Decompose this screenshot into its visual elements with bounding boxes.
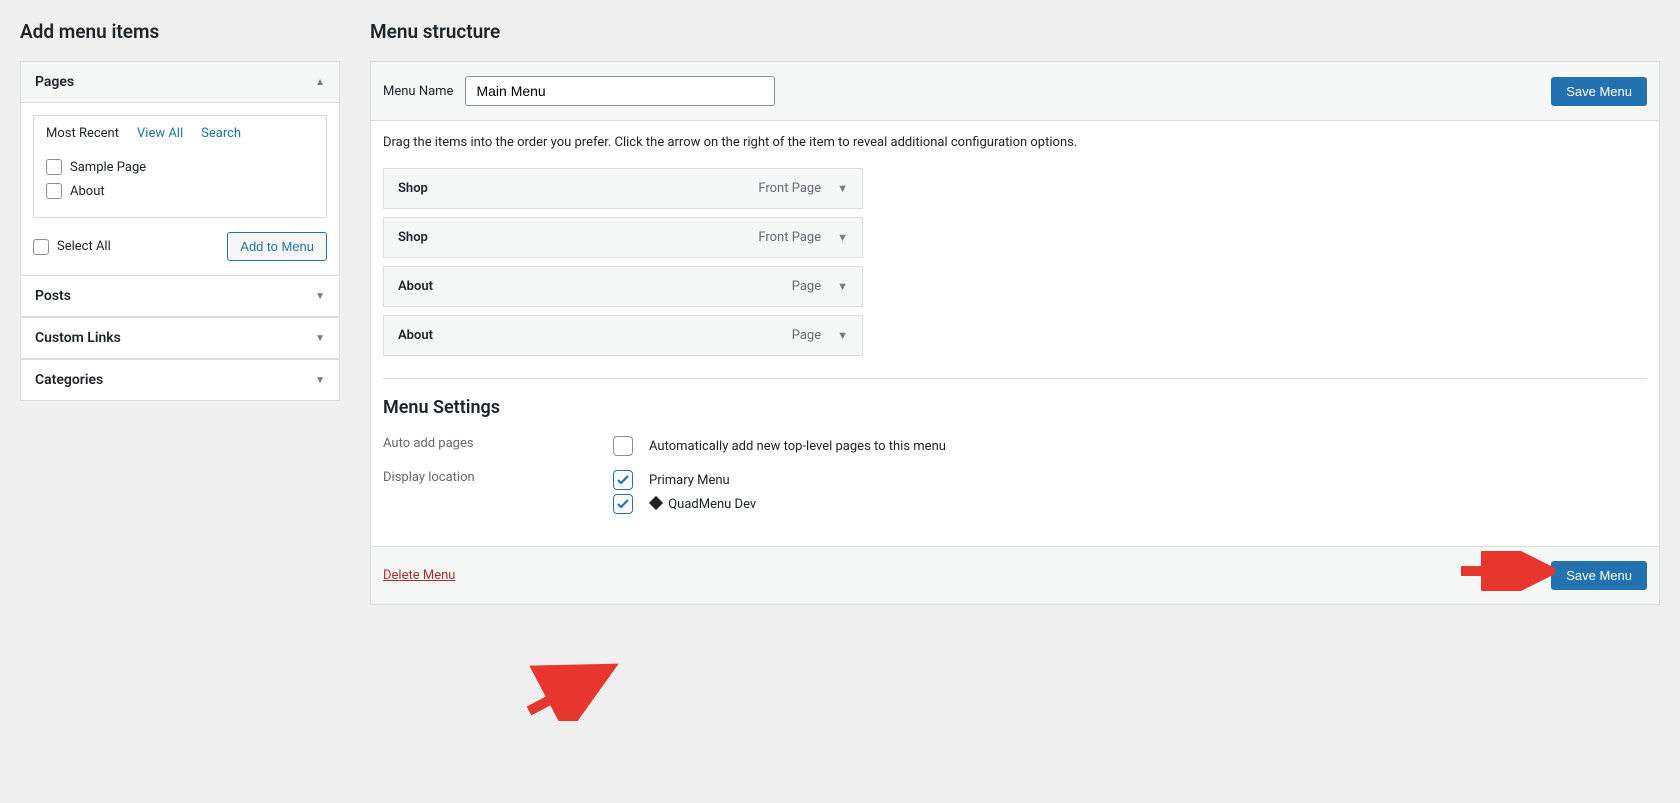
menu-item-row[interactable]: Shop Front Page ▼ — [383, 168, 863, 209]
diamond-icon — [649, 495, 663, 509]
auto-add-pages-label: Auto add pages — [383, 434, 613, 451]
page-item-label: About — [70, 184, 105, 199]
save-menu-button-bottom[interactable]: Save Menu — [1551, 561, 1647, 590]
tab-most-recent[interactable]: Most Recent — [46, 126, 119, 141]
pages-accordion-label: Pages — [35, 74, 74, 90]
menu-item-type: Front Page — [758, 230, 821, 245]
display-location-label: Display location — [383, 468, 613, 485]
checkbox-auto-add-pages[interactable] — [613, 436, 633, 456]
menu-item-title: About — [398, 328, 433, 343]
accordion-label: Posts — [35, 288, 71, 304]
auto-add-text: Automatically add new top-level pages to… — [649, 439, 946, 454]
chevron-down-icon[interactable]: ▼ — [837, 182, 848, 195]
menu-item-type: Page — [792, 328, 821, 343]
add-to-menu-button[interactable]: Add to Menu — [227, 232, 327, 261]
menu-structure-title: Menu structure — [370, 20, 1660, 43]
chevron-down-icon[interactable]: ▼ — [837, 280, 848, 293]
menu-item-type: Front Page — [758, 181, 821, 196]
menu-item-row[interactable]: About Page ▼ — [383, 315, 863, 356]
accordion-label: Custom Links — [35, 330, 121, 346]
checkbox-location[interactable] — [613, 494, 633, 514]
drag-hint: Drag the items into the order you prefer… — [383, 135, 1647, 150]
chevron-down-icon: ▼ — [315, 291, 325, 302]
menu-name-input[interactable] — [465, 76, 775, 106]
checkbox-select-all[interactable] — [33, 239, 49, 255]
delete-menu-link[interactable]: Delete Menu — [383, 568, 455, 583]
pages-accordion-header[interactable]: Pages ▲ — [21, 62, 339, 103]
menu-name-label: Menu Name — [383, 84, 453, 99]
menu-item-row[interactable]: About Page ▼ — [383, 266, 863, 307]
save-menu-button-top[interactable]: Save Menu — [1551, 77, 1647, 106]
add-menu-items-title: Add menu items — [20, 20, 340, 43]
chevron-down-icon[interactable]: ▼ — [837, 231, 848, 244]
menu-item-title: Shop — [398, 230, 428, 245]
categories-accordion-header[interactable]: Categories ▼ — [21, 359, 339, 400]
accordion-label: Categories — [35, 372, 103, 388]
divider — [383, 378, 1647, 379]
annotation-arrow-checkbox — [521, 661, 621, 721]
chevron-down-icon: ▼ — [315, 333, 325, 344]
chevron-down-icon[interactable]: ▼ — [837, 329, 848, 342]
checkbox-location[interactable] — [613, 470, 633, 490]
tab-view-all[interactable]: View All — [137, 126, 183, 141]
chevron-down-icon: ▼ — [315, 375, 325, 386]
select-all-label: Select All — [57, 239, 111, 254]
location-label: Primary Menu — [649, 473, 730, 488]
menu-item-row[interactable]: Shop Front Page ▼ — [383, 217, 863, 258]
menu-item-title: Shop — [398, 181, 428, 196]
menu-item-type: Page — [792, 279, 821, 294]
chevron-up-icon: ▲ — [315, 77, 325, 88]
tab-search[interactable]: Search — [201, 126, 241, 141]
checkbox-sample-page[interactable] — [46, 159, 62, 175]
page-item-label: Sample Page — [70, 160, 146, 175]
posts-accordion-header[interactable]: Posts ▼ — [21, 276, 339, 317]
menu-settings-title: Menu Settings — [383, 397, 1647, 418]
menu-item-title: About — [398, 279, 433, 294]
checkbox-about[interactable] — [46, 183, 62, 199]
location-label: QuadMenu Dev — [649, 497, 756, 512]
annotation-arrow-save — [1455, 551, 1555, 591]
custom-links-accordion-header[interactable]: Custom Links ▼ — [21, 317, 339, 359]
